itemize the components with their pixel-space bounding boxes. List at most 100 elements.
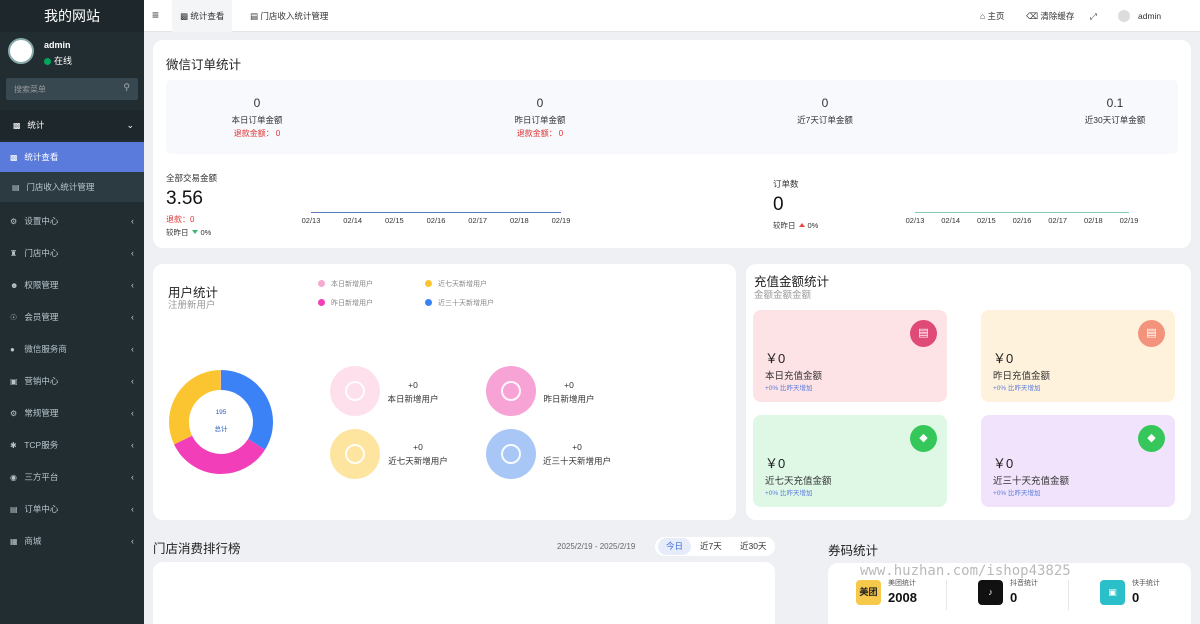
wechat-icon: ●: [10, 345, 15, 354]
sidebar-item-stats-view[interactable]: ▩ 统计查看: [0, 142, 144, 172]
user-name: admin: [44, 40, 71, 50]
douyin-icon: ♪: [978, 580, 1003, 605]
refund-value: 0: [275, 129, 281, 138]
chevron-left-icon: ‹: [131, 248, 134, 258]
order-stat-row: 0 本日订单金额 退款金额： 0 0 昨日订单金额 退款金额： 0 0 近7天订单金…: [166, 80, 1178, 154]
legend-today: 本日新增用户: [318, 279, 373, 289]
date-tick: 02/13: [905, 216, 925, 225]
sidebar-item-tcp[interactable]: ✱ TCP服务 ‹: [0, 430, 144, 460]
search-icon[interactable]: ⚲: [123, 82, 130, 93]
today-users-circle: [330, 366, 380, 416]
date-tick: 02/16: [426, 216, 446, 225]
stat-refund: 退款金额： 0: [197, 128, 317, 139]
legend-dot-icon: [425, 280, 432, 287]
chevron-left-icon: ‹: [131, 280, 134, 290]
coupon-label: 抖音统计: [1010, 580, 1038, 587]
stat-value: 0.1: [1106, 96, 1124, 110]
fullscreen-icon[interactable]: ⤢: [1090, 0, 1097, 32]
briefcase-icon: ▦: [10, 537, 18, 546]
tab-store-income[interactable]: ▤ 门店收入统计管理: [242, 0, 336, 32]
tab-7days[interactable]: 近7天: [692, 538, 730, 555]
stat-7days: 0 近7天订单金额: [765, 96, 885, 126]
sidebar-item-label: 订单中心: [24, 504, 59, 514]
sidebar: 我的网站 admin 在线 搜索菜单 ⚲ ▩ 统计 ⌄ ▩ 统计查看 ▤ 门店收入…: [0, 0, 144, 624]
wechat-order-title: 微信订单统计: [166, 58, 242, 72]
tab-30days[interactable]: 近30天: [732, 538, 774, 555]
watermark: www.huzhan.com/ishop43825: [860, 563, 1071, 579]
sidebar-item-label: 会员管理: [24, 312, 59, 322]
order-count-value: 0: [773, 194, 784, 215]
total-amount-value: 3.56: [166, 188, 203, 209]
refund-label: 退款：: [166, 215, 190, 224]
trend-icon: [501, 381, 521, 401]
top-user-name[interactable]: admin: [1138, 0, 1161, 32]
ranking-list: [153, 562, 775, 624]
sidebar-item-label: 营销中心: [24, 376, 59, 386]
sidebar-item-general[interactable]: ⚙ 常规管理 ‹: [0, 398, 144, 428]
chevron-down-icon: ⌄: [126, 120, 134, 130]
compare-value: 0%: [807, 221, 819, 230]
recharge-compare: +0% 比昨天增加: [765, 385, 813, 392]
coupon-label: 美团统计: [888, 580, 916, 587]
sidebar-item-permissions[interactable]: ☻ 权限管理 ‹: [0, 270, 144, 300]
recharge-label: 昨日充值金额: [993, 371, 1051, 382]
store-icon: ▣: [1100, 580, 1125, 605]
sidebar-item-label: 门店中心: [24, 248, 59, 258]
chess-icon: ♜: [10, 249, 18, 258]
bar-chart-icon: ▤: [910, 320, 937, 347]
date-tick: 02/19: [1119, 216, 1139, 225]
compare-label: 较昨日: [166, 228, 189, 237]
chevron-left-icon: ‹: [131, 472, 134, 482]
tab-stats-view[interactable]: ▩ 统计查看: [172, 0, 233, 32]
site-logo[interactable]: 我的网站: [0, 0, 144, 32]
sidebar-item-wechat[interactable]: ● 微信服务商 ‹: [0, 334, 144, 364]
search-input[interactable]: 搜索菜单 ⚲: [6, 78, 138, 100]
top-avatar[interactable]: [1118, 10, 1130, 22]
home-link[interactable]: ⌂ 主页: [980, 0, 1005, 32]
meituan-icon: 美团: [856, 580, 881, 605]
sidebar-item-settings[interactable]: ⚙ 设置中心 ‹: [0, 206, 144, 236]
sidebar-item-label: 微信服务商: [24, 344, 67, 354]
total-trend-axis: 02/13 02/14 02/15 02/16 02/17 02/18 02/19: [302, 212, 570, 225]
recharge-30days: ◆ ￥0 近三十天充值金额 +0% 比昨天增加: [981, 415, 1175, 507]
date-tick: 02/16: [1012, 216, 1032, 225]
sidebar-item-third-party[interactable]: ◉ 三方平台 ‹: [0, 462, 144, 492]
recharge-label: 本日充值金额: [765, 371, 823, 382]
asterisk-icon: ✱: [10, 441, 17, 450]
recharge-label: 近七天充值金额: [765, 476, 832, 487]
user-stats-card: 用户统计 注册新用户 本日新增用户 近七天新增用户 昨日新增用户 近三十天新增用…: [153, 264, 736, 520]
ranking-date-range[interactable]: 2025/2/19 - 2025/2/19: [557, 542, 635, 551]
sidebar-item-orders[interactable]: ▤ 订单中心 ‹: [0, 494, 144, 524]
eye-icon: ◉: [10, 473, 17, 482]
sidebar-item-mall[interactable]: ▦ 商城 ‹: [0, 526, 144, 556]
sidebar-item-marketing[interactable]: ▣ 营销中心 ‹: [0, 366, 144, 396]
clear-cache-button[interactable]: ⌫ 清除缓存: [1026, 0, 1074, 32]
user-circle-icon: ☉: [10, 313, 18, 322]
user-status-label: 在线: [54, 56, 73, 66]
date-tick: 02/18: [1083, 216, 1103, 225]
recharge-today: ▤ ￥0 本日充值金额 +0% 比昨天增加: [753, 310, 947, 402]
refund-value: 0: [558, 129, 564, 138]
user-panel: admin 在线: [0, 32, 144, 76]
user-status: 在线: [44, 54, 72, 67]
coupon-divider: [1068, 580, 1069, 610]
legend-label: 本日新增用户: [331, 281, 373, 288]
date-tick: 02/19: [551, 216, 571, 225]
sidebar-item-label: 统计查看: [24, 152, 59, 162]
avatar: [8, 38, 34, 64]
user-count-label: 近三十天新增用户: [542, 456, 611, 466]
sidebar-item-store-income[interactable]: ▤ 门店收入统计管理: [0, 172, 144, 202]
7days-users: +0 近七天新增用户: [383, 442, 453, 467]
legend-dot-icon: [318, 280, 325, 287]
area-chart-icon: ▩: [180, 11, 189, 21]
table-icon: ▤: [12, 183, 20, 192]
menu-toggle-icon[interactable]: ≡: [152, 8, 159, 22]
trend-line: [311, 212, 561, 213]
sidebar-item-members[interactable]: ☉ 会员管理 ‹: [0, 302, 144, 332]
trend-icon: [345, 444, 365, 464]
tab-today[interactable]: 今日: [658, 538, 692, 555]
stat-label: 近7天订单金额: [797, 115, 853, 125]
sidebar-item-stats[interactable]: ▩ 统计 ⌄: [0, 110, 144, 140]
sidebar-item-stores[interactable]: ♜ 门店中心 ‹: [0, 238, 144, 268]
wechat-order-card: 微信订单统计 0 本日订单金额 退款金额： 0 0 昨日订单金额 退款金额： 0 0…: [153, 40, 1191, 248]
